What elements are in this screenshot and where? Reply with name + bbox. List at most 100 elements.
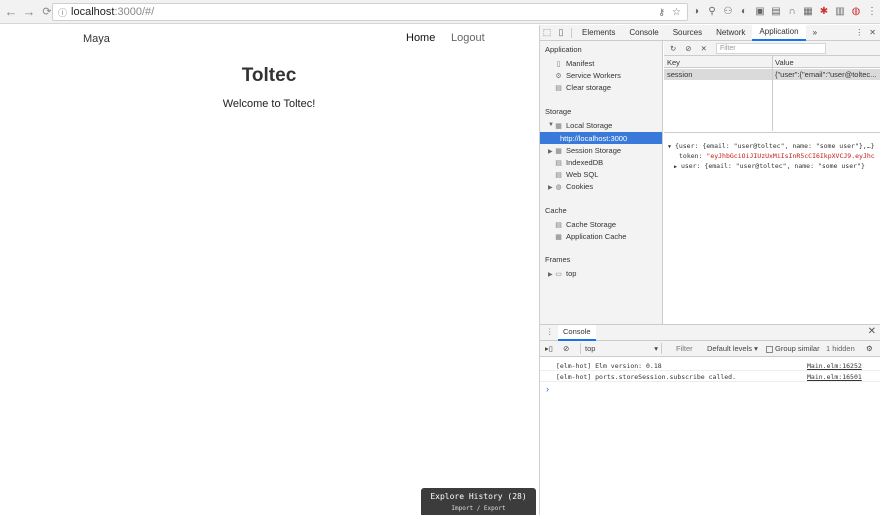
context-select[interactable]: top ▾ (580, 343, 662, 354)
extension-icon[interactable]: ▦ (802, 4, 814, 18)
sidebar-item-localhost-origin[interactable]: http://localhost:3000 (540, 132, 662, 144)
sidebar-item-manifest[interactable]: ▯ Manifest (554, 58, 595, 69)
expand-down-icon[interactable]: ▼ (668, 144, 671, 150)
info-icon[interactable]: ⓘ (58, 6, 67, 19)
expand-right-icon[interactable]: ▶ (548, 271, 553, 278)
log-levels-select[interactable]: Default levels ▾ (707, 344, 758, 353)
extension-icon[interactable]: ◍ (850, 4, 862, 18)
url-path: :3000/#/ (114, 6, 155, 18)
device-toggle-icon[interactable]: ▯ (554, 26, 568, 40)
gear-icon: ⚙ (555, 72, 562, 80)
sidebar-item-service-workers[interactable]: ⚙ Service Workers (554, 70, 621, 81)
tab-sources[interactable]: Sources (666, 25, 709, 41)
sidebar-item-cookies[interactable]: ◍ Cookies (554, 181, 593, 192)
tab-network[interactable]: Network (709, 25, 752, 41)
star-icon[interactable]: ☆ (672, 7, 681, 18)
more-tabs-icon[interactable]: » (806, 25, 824, 41)
database-icon: ▤ (555, 171, 562, 179)
extension-icon[interactable]: ⚇ (722, 4, 734, 18)
grid-icon: ▦ (555, 147, 562, 155)
extension-icon[interactable]: ▣ (754, 4, 766, 18)
context-value: top (585, 344, 596, 353)
column-divider[interactable] (772, 56, 773, 131)
console-source-link[interactable]: Main.elm:16252 (807, 362, 862, 370)
sidebar-item-label: Web SQL (566, 170, 599, 179)
inspect-element-icon[interactable]: ⬚ (540, 26, 554, 40)
tab-elements[interactable]: Elements (575, 25, 622, 41)
settings-menu-icon[interactable]: ⋮ (855, 28, 863, 37)
explore-history-button[interactable]: Explore History (28) Import / Export (421, 488, 536, 515)
close-icon[interactable]: ✕ (869, 28, 876, 37)
brand-link[interactable]: Maya (83, 33, 110, 45)
sidebar-item-indexeddb[interactable]: ▤ IndexedDB (554, 157, 603, 168)
import-export-label[interactable]: Import / Export (421, 505, 536, 512)
grid-icon: ▦ (555, 233, 562, 241)
grid-icon: ▦ (555, 122, 562, 130)
console-prompt[interactable]: › (546, 384, 549, 394)
extension-icon[interactable]: ◑ (690, 4, 702, 18)
chevron-down-icon: ▾ (654, 344, 658, 353)
explore-history-label: Explore History (28) (430, 492, 527, 501)
key-icon[interactable]: ⚷ (658, 7, 665, 18)
drawer-tabbar: ⋮ Console ✕ (540, 325, 880, 341)
sidebar-item-frame-top[interactable]: ▭ top (554, 268, 576, 279)
key-column-header[interactable]: Key (667, 58, 680, 67)
token-value: "eyJhbGciOiJIUzUxMiIsInR5cCI6IkpXVCJ9.ey… (706, 152, 875, 160)
extension-icon[interactable]: ◐ (738, 4, 750, 18)
extension-icon[interactable]: ▤ (770, 4, 782, 18)
page-title: Toltec (241, 65, 297, 86)
preview-user[interactable]: ▶ user: {email: "user@toltec", name: "so… (668, 162, 880, 172)
tab-console[interactable]: Console (622, 25, 665, 41)
sidebar-item-web-sql[interactable]: ▤ Web SQL (554, 169, 598, 180)
zoom-icon[interactable]: ⚲ (706, 4, 718, 18)
sidebar-toggle-icon[interactable]: ▸▯ (545, 344, 553, 353)
app-navbar: Maya Home Logout (0, 25, 538, 53)
divider (571, 27, 572, 38)
console-source-link[interactable]: Main.elm:16501 (807, 373, 862, 381)
console-settings-gear-icon[interactable]: ⚙ (866, 344, 873, 353)
extension-icon[interactable]: ∩ (786, 4, 798, 18)
forward-icon[interactable]: → (20, 3, 38, 21)
address-bar[interactable]: ⓘ localhost:3000/#/ ⚷ ☆ (52, 3, 688, 21)
sidebar-item-session-storage[interactable]: ▦ Session Storage (554, 145, 621, 156)
sidebar-item-local-storage[interactable]: ▦ Local Storage (554, 120, 612, 131)
sidebar-item-label: IndexedDB (566, 158, 604, 167)
sidebar-item-application-cache[interactable]: ▦ Application Cache (554, 231, 626, 242)
sidebar-item-clear-storage[interactable]: ▤ Clear storage (554, 82, 611, 93)
extension-icon[interactable]: ✱ (818, 4, 830, 18)
preview-user-text: user: {email: "user@toltec", name: "some… (680, 162, 865, 170)
expand-right-icon[interactable]: ▶ (674, 164, 677, 170)
storage-filter-input[interactable]: Filter (716, 43, 826, 54)
console-filter-input[interactable]: Filter (676, 344, 693, 353)
nav-home-link[interactable]: Home (406, 32, 435, 44)
delete-selected-icon[interactable]: ✕ (701, 44, 707, 53)
clear-console-icon[interactable]: ⊘ (563, 344, 569, 353)
url-host: localhost (71, 6, 115, 18)
close-icon[interactable]: ✕ (868, 326, 876, 337)
preview-root[interactable]: ▼ {user: {email: "user@toltec", name: "s… (668, 142, 880, 152)
sidebar-item-cache-storage[interactable]: ▤ Cache Storage (554, 219, 616, 230)
clear-all-icon[interactable]: ⊘ (685, 44, 691, 53)
value-column-header[interactable]: Value (775, 58, 794, 67)
sidebar-item-label: Manifest (566, 59, 595, 68)
tab-application[interactable]: Application (752, 24, 806, 41)
menu-icon[interactable]: ⋮ (866, 4, 878, 18)
sidebar-item-label: Clear storage (566, 83, 612, 92)
nav-logout-link[interactable]: Logout (451, 32, 485, 44)
split-divider[interactable] (664, 132, 880, 133)
log-levels-value: Default levels (707, 344, 753, 353)
app-viewport: Maya Home Logout Toltec Welcome to Tolte… (0, 25, 538, 515)
trash-icon: ▤ (555, 84, 562, 92)
extension-icon[interactable]: ▥ (834, 4, 846, 18)
drawer-tab-console[interactable]: Console (558, 325, 596, 341)
devtools-panel: ⬚ ▯ Elements Console Sources Network App… (539, 24, 880, 515)
group-similar-checkbox[interactable]: Group similar (766, 344, 820, 353)
expand-right-icon[interactable]: ▶ (548, 184, 553, 191)
refresh-icon[interactable]: ↻ (670, 44, 676, 53)
section-application: Application (545, 45, 582, 54)
checkbox-icon[interactable] (766, 345, 773, 353)
back-icon[interactable]: ← (2, 3, 20, 21)
expand-right-icon[interactable]: ▶ (548, 148, 553, 155)
console-toolbar: ▸▯ ⊘ top ▾ Filter Default levels ▾ Group … (540, 341, 880, 357)
drawer-menu-icon[interactable]: ⋮ (546, 327, 554, 336)
